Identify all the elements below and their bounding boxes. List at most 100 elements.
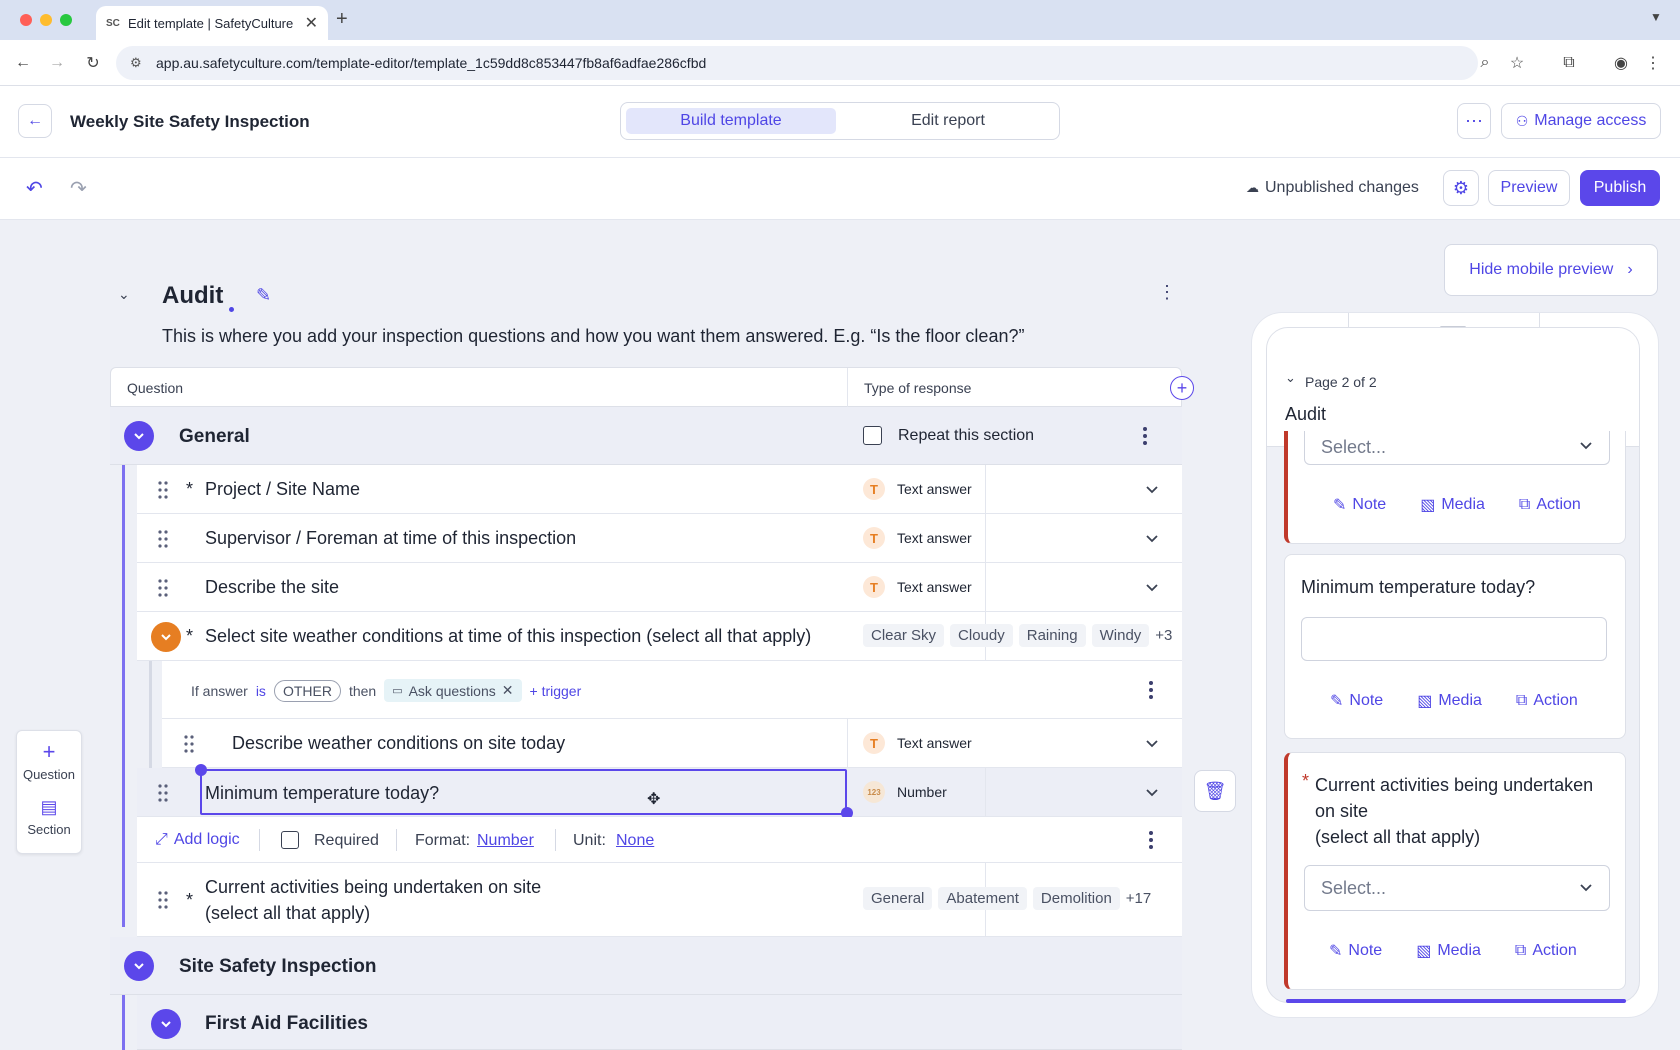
logic-value-pill[interactable]: OTHER [273,679,341,702]
question-row[interactable]: Describe the site T Text answer [137,563,1182,612]
profile-icon[interactable]: ◉ [1610,52,1632,74]
action-button[interactable]: ⧉ Action [1519,495,1581,515]
question-text[interactable]: Project / Site Name [205,479,360,500]
response-options[interactable]: General Abatement Demolition +17 [863,887,1151,910]
edit-pencil-icon[interactable]: ✎ [256,285,271,306]
question-text[interactable]: Describe the site [205,577,339,598]
add-column-icon[interactable]: + [1170,376,1194,400]
page-kebab-icon[interactable]: ⋮ [1158,282,1176,303]
chevron-down-icon[interactable] [1145,737,1159,751]
minimize-window-icon[interactable] [40,14,52,26]
question-text-input[interactable]: Minimum temperature today? ✥ [200,769,847,815]
publish-button[interactable]: Publish [1580,170,1660,206]
resize-handle[interactable] [195,764,207,776]
add-question-button[interactable]: + Question [17,739,81,782]
logic-operator[interactable]: is [256,683,266,699]
tab-list-chevron-icon[interactable]: ▼ [1650,10,1662,24]
url-field[interactable]: ⚙ app.au.safetyculture.com/template-edit… [116,46,1478,80]
extensions-icon[interactable]: ⧉ [1558,52,1580,74]
logic-chevron-icon[interactable] [151,622,181,652]
settings-button[interactable]: ⚙ [1443,170,1479,206]
maximize-window-icon[interactable] [60,14,72,26]
chevron-down-icon[interactable] [1145,532,1159,546]
chevron-down-icon[interactable] [1145,483,1159,497]
question-row[interactable]: * Select site weather conditions at time… [137,612,1182,661]
required-checkbox[interactable] [281,831,299,849]
media-button[interactable]: ▧ Media [1417,691,1482,711]
question-row[interactable]: Describe weather conditions on site toda… [149,719,1182,768]
media-button[interactable]: ▧ Media [1420,495,1485,515]
collapse-section-icon[interactable] [124,951,154,981]
drag-handle-icon[interactable] [158,481,168,499]
question-row[interactable]: Supervisor / Foreman at time of this ins… [137,514,1182,563]
question-row[interactable]: * Current activities being undertaken on… [137,863,1182,937]
collapse-section-icon[interactable] [124,421,154,451]
response-type[interactable]: 123 Number [863,781,947,803]
section-title[interactable]: First Aid Facilities [205,1013,368,1035]
question-text[interactable]: Supervisor / Foreman at time of this ins… [205,528,576,549]
close-window-icon[interactable] [20,14,32,26]
collapse-page-chevron-icon[interactable]: ⌄ [118,286,130,303]
chevron-down-icon[interactable] [1145,786,1159,800]
hide-mobile-preview-button[interactable]: Hide mobile preview › [1444,244,1658,296]
format-value-link[interactable]: Number [477,832,534,850]
preview-number-input[interactable] [1301,617,1607,661]
site-info-icon[interactable]: ⚙ [130,55,142,71]
new-tab-icon[interactable]: + [336,8,348,31]
question-text[interactable]: Select site weather conditions at time o… [205,626,811,647]
question-text-line1[interactable]: Current activities being undertaken on s… [205,877,541,898]
section-title[interactable]: Site Safety Inspection [179,956,376,978]
response-type[interactable]: T Text answer [863,478,972,500]
redo-icon[interactable]: ↷ [70,176,87,201]
question-text[interactable]: Describe weather conditions on site toda… [232,733,565,754]
logic-kebab-icon[interactable] [1149,681,1153,699]
drag-handle-icon[interactable] [158,579,168,597]
back-icon[interactable]: ← [12,52,34,74]
bookmark-star-icon[interactable]: ☆ [1506,52,1528,74]
response-type[interactable]: T Text answer [863,527,972,549]
add-section-button[interactable]: ▤ Section [17,797,81,837]
section-title[interactable]: General [179,426,250,448]
chevron-down-icon[interactable] [1145,581,1159,595]
section-kebab-icon[interactable] [1143,427,1147,445]
add-logic-button[interactable]: ⤢ Add logic [155,831,240,849]
browser-tab[interactable]: SC Edit template | SafetyCulture ✕ [96,6,328,40]
logic-rule[interactable]: If answer is OTHER then ▭ Ask questions … [191,679,581,702]
response-options[interactable]: Clear Sky Cloudy Raining Windy +3 [863,624,1172,647]
delete-question-button[interactable]: 🗑 [1194,770,1236,812]
settings-kebab-icon[interactable] [1149,831,1153,849]
forward-icon[interactable]: → [46,52,68,74]
preview-button[interactable]: Preview [1488,170,1570,206]
browser-menu-icon[interactable]: ⋮ [1642,52,1664,74]
unit-value-link[interactable]: None [616,832,654,850]
response-type[interactable]: T Text answer [863,576,972,598]
drag-handle-icon[interactable] [158,784,168,802]
collapse-section-icon[interactable] [151,1009,181,1039]
drag-handle-icon[interactable] [158,891,168,909]
preview-select[interactable]: Select... [1304,431,1610,465]
logic-action-chip[interactable]: ▭ Ask questions ✕ [384,679,522,702]
drag-handle-icon[interactable] [184,735,194,753]
question-text-line2[interactable]: (select all that apply) [205,903,370,924]
preview-select[interactable]: Select... [1304,865,1610,911]
page-title[interactable]: Audit [162,282,223,310]
repeat-section-checkbox[interactable] [863,426,882,445]
note-button[interactable]: ✎ Note [1333,495,1386,515]
response-type[interactable]: T Text answer [863,732,972,754]
media-button[interactable]: ▧ Media [1416,941,1481,961]
close-tab-icon[interactable]: ✕ [305,13,318,33]
undo-icon[interactable]: ↶ [26,176,43,201]
action-button[interactable]: ⧉ Action [1515,941,1577,961]
question-row-selected[interactable]: Minimum temperature today? ✥ 123 Number [137,764,1182,819]
zoom-icon[interactable]: ⌕ [1474,52,1496,74]
action-button[interactable]: ⧉ Action [1516,691,1578,711]
reload-icon[interactable]: ↻ [82,52,104,74]
question-row[interactable]: * Project / Site Name T Text answer [137,465,1182,514]
add-trigger-link[interactable]: + trigger [530,683,582,699]
more-options-button[interactable]: ⋯ [1457,103,1491,139]
tab-edit-report[interactable]: Edit report [843,108,1053,134]
drag-handle-icon[interactable] [158,530,168,548]
note-button[interactable]: ✎ Note [1329,941,1382,961]
note-button[interactable]: ✎ Note [1330,691,1383,711]
manage-access-button[interactable]: ⚇ Manage access [1501,103,1661,139]
